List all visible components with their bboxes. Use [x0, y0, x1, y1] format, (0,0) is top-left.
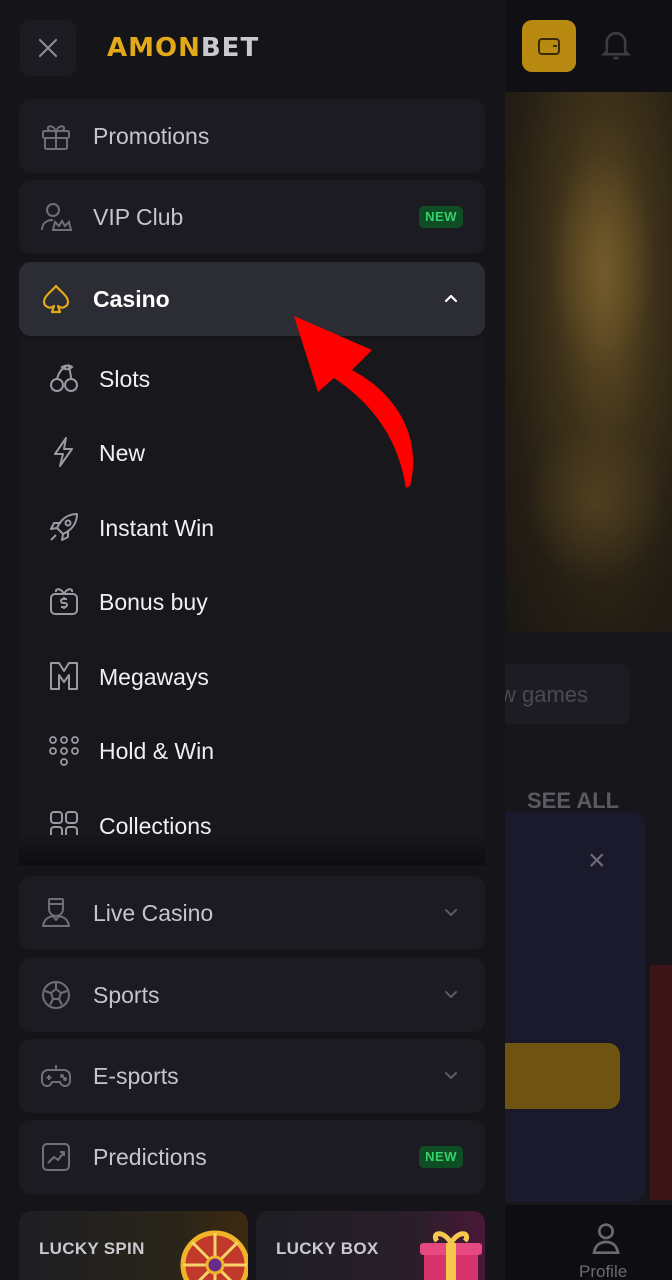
menu-item-predictions[interactable]: Predictions NEW [19, 1120, 485, 1194]
modal-action-button[interactable] [495, 1043, 620, 1109]
promo-modal [485, 812, 645, 1202]
brand-logo[interactable]: AMONBET [107, 30, 259, 66]
logo-part-bet: BET [200, 33, 260, 63]
submenu-item-new[interactable]: New [19, 416, 485, 490]
gift-box-icon [420, 1231, 482, 1280]
chevron-down-icon [445, 1072, 457, 1079]
menu-item-label: Promotions [93, 123, 210, 149]
dollar-gift-icon [50, 588, 78, 615]
cherries-icon [50, 364, 78, 392]
chevron-down-icon [445, 991, 457, 998]
lucky-box-card[interactable]: LUCKY BOX [256, 1211, 485, 1280]
menu-item-vip-club[interactable]: VIP Club NEW [19, 180, 485, 254]
submenu-item-label: Slots [99, 366, 151, 392]
lightning-icon [54, 437, 73, 467]
bottom-nav-profile-label[interactable]: Profile [579, 1262, 627, 1280]
spade-icon [42, 284, 70, 314]
submenu-item-hold-win[interactable]: Hold & Win [19, 714, 485, 788]
hero-banner[interactable] [505, 92, 672, 632]
submenu-item-instant-win[interactable]: Instant Win [19, 491, 485, 565]
megaways-icon [50, 662, 78, 690]
logo-part-amon: AMON [107, 33, 201, 63]
submenu-item-megaways[interactable]: Megaways [19, 640, 485, 714]
menu-item-label: Live Casino [93, 900, 214, 926]
chart-icon [42, 1143, 70, 1171]
dots-grid-icon [49, 736, 79, 766]
chevron-down-icon [445, 909, 457, 916]
submenu-item-label: Instant Win [99, 515, 215, 541]
casino-submenu: Slots New Instant Win Bonus buy Megaways… [19, 338, 485, 850]
submenu-item-slots[interactable]: Slots [19, 342, 485, 416]
side-banner [650, 965, 672, 1200]
lucky-box-label: LUCKY BOX [276, 1239, 379, 1258]
menu-item-promotions[interactable]: Promotions [19, 99, 485, 173]
tab-new-games-label: w games [500, 682, 589, 707]
new-badge: NEW [419, 206, 463, 228]
gift-icon [42, 125, 70, 150]
submenu-scroll-fade [19, 835, 485, 865]
menu-item-label: E-sports [93, 1063, 179, 1089]
menu-item-e-sports[interactable]: E-sports [19, 1039, 485, 1113]
wallet-icon [538, 38, 560, 55]
close-icon [38, 38, 58, 58]
new-badge: NEW [419, 1146, 463, 1168]
chevron-up-icon [444, 294, 458, 303]
soccer-ball-icon [42, 981, 70, 1009]
menu-item-label: VIP Club [93, 204, 184, 230]
wheel-icon [180, 1230, 248, 1280]
menu-item-casino[interactable]: Casino [19, 262, 485, 336]
submenu-item-label: Megaways [99, 664, 209, 690]
dealer-icon [42, 898, 70, 927]
modal-close-icon[interactable]: × [588, 846, 606, 876]
see-all-link[interactable]: SEE ALL [527, 788, 619, 814]
gamepad-icon [41, 1065, 71, 1087]
menu-item-label: Sports [93, 982, 160, 1008]
submenu-item-label: Hold & Win [99, 738, 215, 764]
menu-item-label: Casino [93, 286, 170, 312]
bell-icon[interactable] [600, 28, 632, 62]
vip-user-icon [41, 203, 73, 231]
menu-item-label: Predictions [93, 1144, 207, 1170]
side-drawer: AMONBET Promotions VIP Club NEW Casino S… [0, 0, 505, 1280]
submenu-item-bonus-buy[interactable]: Bonus buy [19, 565, 485, 639]
wallet-button[interactable] [522, 20, 576, 72]
menu-item-live-casino[interactable]: Live Casino [19, 876, 485, 950]
lucky-spin-card[interactable]: LUCKY SPIN [19, 1211, 248, 1280]
submenu-item-label: New [99, 440, 146, 466]
submenu-item-label: Bonus buy [99, 589, 208, 615]
lucky-spin-label: LUCKY SPIN [39, 1239, 145, 1258]
rocket-icon [50, 513, 78, 541]
close-button[interactable] [20, 20, 76, 76]
menu-item-sports[interactable]: Sports [19, 958, 485, 1032]
profile-icon[interactable] [590, 1220, 622, 1256]
